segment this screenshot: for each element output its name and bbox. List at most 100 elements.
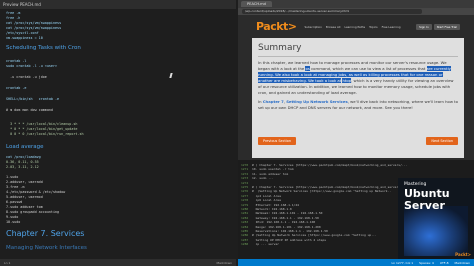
code-line: # m dom mon dow command (6, 108, 53, 112)
editor-statusbar: Ln 1 Markdown (0, 259, 236, 266)
source-line: Gateway: 192.168.1.1 - 192.168.1.50 (252, 215, 319, 220)
editor-titlebar[interactable]: Preview PEACH.md (0, 0, 236, 9)
section-heading: Load average (6, 144, 44, 150)
code-line: 0.36, 0.11, 0.55 (6, 160, 39, 164)
line-number: 1275 (241, 185, 249, 189)
line-number: 1280 (241, 207, 249, 211)
chapter-title-link[interactable]: Setting Up Network Services (286, 99, 348, 104)
code-line: crontab -e (6, 86, 27, 90)
browser-tab[interactable]: PEACH.md (241, 1, 272, 7)
list-item: 8.sudo groupadd accounting (6, 210, 60, 214)
summary-paragraph: In this chapter, we learned how to manag… (258, 60, 458, 96)
cover-art (404, 206, 468, 256)
title-divider (258, 56, 458, 57)
inline-code: htop (342, 78, 352, 83)
code-line: 2.03, 3.11, 2.12 (6, 165, 39, 169)
code-line: SHELL=/bin/sh crontab -e (6, 97, 60, 101)
line-number: 1279 (241, 202, 249, 207)
inline-code: ps (305, 66, 310, 71)
code-line: cat /proc/loadavg (6, 155, 41, 159)
source-line: Setting UP DHCP IP address with 4 steps (252, 237, 327, 242)
nav-link[interactable]: Subscription (305, 25, 322, 29)
chapter-link[interactable]: Chapter 7 (263, 99, 284, 104)
line-number: 1286 (241, 233, 249, 238)
source-line: # (Setting Up Network Services [https://… (252, 233, 377, 238)
list-item: 1.sudo (6, 175, 19, 179)
status-item[interactable]: UTF-8 (440, 261, 449, 265)
code-line: /etc/sysctl.conf (6, 31, 39, 35)
line-number: 1270 (241, 163, 249, 167)
summary-paragraph: In Chapter 7, Setting Up Network Service… (258, 99, 458, 111)
desktop: Preview PEACH.md free -m free -h cat /pr… (0, 0, 474, 266)
code-line: cat /proc/sys/vm/swappiness (6, 21, 62, 25)
previous-section-button[interactable]: Previous Section (258, 137, 297, 145)
line-number: 1282 (241, 215, 249, 220)
line-number: 1285 (241, 229, 249, 233)
markdown-editor-window: Preview PEACH.md free -m free -h cat /pr… (0, 0, 236, 266)
code-line: 3 * * * /usr/local/bin/cleanup.sh (6, 122, 78, 126)
nav-link[interactable]: Topics (369, 25, 378, 29)
status-item[interactable]: Ln 1277, Col 1 (391, 261, 413, 265)
source-line: ip6 Local Area (252, 198, 281, 203)
nav-link[interactable]: Learning Paths (344, 25, 365, 29)
status-item[interactable]: Spaces: 4 (419, 261, 434, 265)
source-line: 11. sudo adduser tom (252, 171, 289, 176)
source-line: ip ... server (252, 242, 280, 247)
browser-tabbar: PEACH.md (238, 0, 474, 8)
editor-title: Preview PEACH.md (3, 2, 41, 7)
list-item: 10.sudo (6, 220, 21, 224)
line-number: 1281 (241, 211, 249, 216)
line-number: 1273 (241, 176, 249, 181)
code-line: sudo crontab -l -u <user> (6, 64, 58, 68)
section-nav: Previous Section Next Section (258, 137, 458, 145)
line-number: 1277 (241, 193, 249, 198)
section-heading: Managing Network Interfaces (6, 245, 87, 251)
paragraph-text: , (283, 99, 285, 104)
web-page: Packt> Subscription Browse All Learning … (252, 15, 464, 158)
packt-logo[interactable]: Packt> (256, 20, 297, 33)
header-actions: Sign In Start Free Trial (416, 23, 464, 30)
line-number: 1271 (241, 167, 249, 172)
source-line: Range: 192.168.1.101 - 192.168.1.200 (252, 224, 321, 229)
address-bar: /wp-content/uploads/2018/.../mastering-u… (238, 8, 474, 15)
status-item[interactable]: Markdown (455, 261, 471, 265)
line-number: 1276 (241, 189, 249, 194)
editor-content[interactable]: free -m free -h cat /proc/sys/vm/swappin… (0, 9, 236, 256)
code-line: cat /proc/sys/vm/swappiness (6, 26, 62, 30)
list-item: 5.adduser, usermod (6, 195, 43, 199)
source-line: 12. sudo ... (252, 176, 276, 181)
trial-button[interactable]: Start Free Trial (433, 23, 460, 30)
source-line: 10. sudo userdel -r tom (252, 167, 294, 172)
source-line: Netmask: 192.168.1.101 - 192.168.1.50 (252, 211, 323, 216)
source-line: # (Setting Up Network Services [https://… (252, 189, 392, 194)
code-line: free -m (6, 11, 21, 15)
line-number: 1283 (241, 220, 249, 225)
code-line: crontab -l (6, 59, 27, 63)
line-number: 1288 (241, 242, 249, 247)
url-input[interactable]: /wp-content/uploads/2018/.../mastering-u… (242, 9, 422, 14)
list-item: 9.sudo (6, 215, 19, 219)
line-number: 1287 (241, 237, 249, 242)
source-line: ip4 Local Area (252, 193, 281, 198)
book-cover: Mastering Ubuntu Server Packt> (398, 178, 474, 259)
paragraph-text: command, which we can use to view a list… (311, 66, 426, 71)
line-number: 1272 (241, 171, 249, 176)
status-position: Ln 1 (4, 260, 11, 265)
section-heading: Scheduling Tasks with Cron (6, 45, 81, 51)
source-line: IPv4: 192.168.1.1 - 192.168.1.100 (252, 220, 316, 225)
status-language[interactable]: Markdown (217, 261, 233, 265)
nav-link[interactable]: Free Learning (382, 25, 401, 29)
sign-in-button[interactable]: Sign In (416, 23, 432, 30)
next-section-button[interactable]: Next Section (426, 137, 458, 145)
line-number: 1278 (241, 198, 249, 203)
source-line: Ethernet: 192.168.1.1/24 (252, 202, 299, 207)
list-item: 3.free -m (6, 185, 25, 189)
list-item: 6.passwd (6, 200, 23, 204)
source-statusbar: Ln 1277, Col 1 Spaces: 4 UTF-8 Markdown (238, 259, 474, 266)
nav-link[interactable]: Browse All (326, 25, 341, 29)
page-title: Summary (258, 43, 302, 53)
source-line: Reservations: 192.168.1.1 - 192.168.1.50 (252, 229, 328, 233)
code-line: free -h (6, 16, 21, 20)
publisher-logo: Packt> (455, 252, 471, 257)
line-number: 1274 (241, 180, 249, 185)
